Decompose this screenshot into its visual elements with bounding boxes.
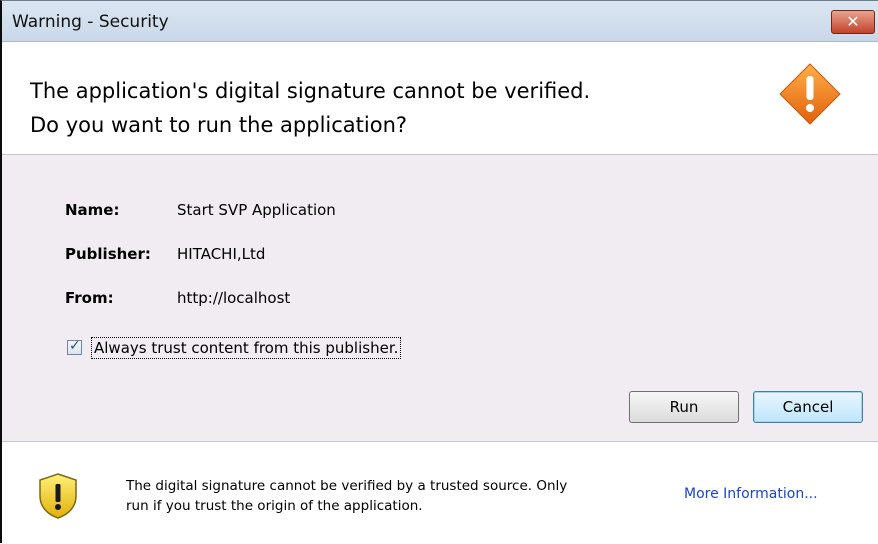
from-label: From: [65, 289, 114, 307]
more-information-link[interactable]: More Information... [684, 486, 818, 502]
run-button[interactable]: Run [629, 391, 739, 423]
from-value: http://localhost [177, 289, 291, 307]
window-title: Warning - Security [12, 12, 169, 32]
always-trust-label[interactable]: Always trust content from this publisher… [91, 337, 402, 359]
title-bar[interactable]: Warning - Security ✕ [2, 1, 878, 42]
publisher-value: HITACHI,Ltd [177, 245, 266, 263]
warning-diamond-icon [779, 63, 841, 125]
headline-line-1: The application's digital signature cann… [30, 79, 591, 103]
close-button[interactable]: ✕ [831, 10, 875, 34]
footer-message-line-2: run if you trust the origin of the appli… [126, 498, 423, 514]
shield-warning-icon [39, 473, 77, 519]
checkmark-icon: ✓ [69, 338, 81, 354]
headline: The application's digital signature cann… [30, 74, 590, 142]
cancel-button[interactable]: Cancel [753, 391, 863, 423]
dialog-header: The application's digital signature cann… [2, 42, 878, 155]
name-label: Name: [65, 201, 120, 219]
headline-line-2: Do you want to run the application? [30, 113, 408, 137]
footer-message-line-1: The digital signature cannot be verified… [126, 478, 568, 494]
close-icon: ✕ [846, 12, 860, 31]
always-trust-checkbox[interactable]: ✓ [67, 338, 82, 355]
publisher-label: Publisher: [65, 245, 151, 263]
dialog-footer: The digital signature cannot be verified… [2, 441, 878, 544]
name-value: Start SVP Application [177, 201, 336, 219]
security-warning-dialog: Warning - Security ✕ The application's d… [0, 0, 878, 544]
footer-message: The digital signature cannot be verified… [126, 476, 646, 516]
